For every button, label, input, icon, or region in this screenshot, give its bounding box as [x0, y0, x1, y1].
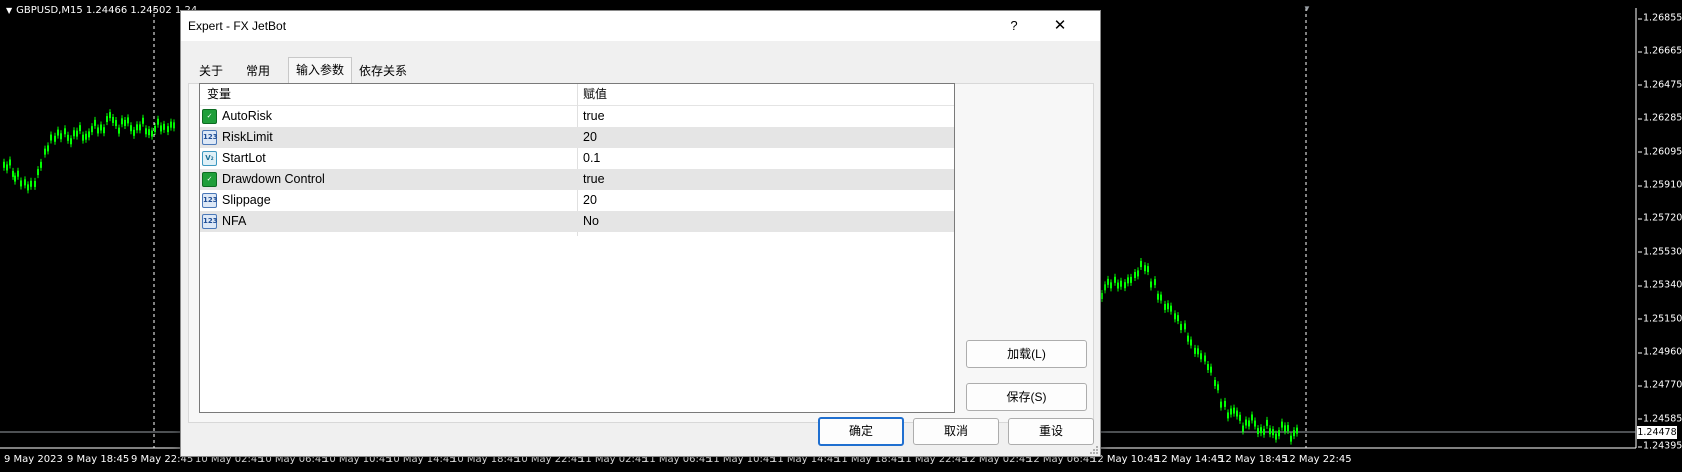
- param-value[interactable]: 20: [583, 127, 597, 148]
- time-tick-label: 12 May 18:45: [1219, 454, 1288, 465]
- param-value[interactable]: true: [583, 169, 605, 190]
- price-tick-label: 1.25340: [1637, 279, 1682, 291]
- param-value[interactable]: 20: [583, 190, 597, 211]
- time-tick-label: 12 May 10:45: [1091, 454, 1160, 465]
- price-tick-label: 1.26285: [1637, 112, 1682, 124]
- param-name: NFA: [222, 214, 247, 228]
- price-tick-label: 1.24770: [1637, 379, 1682, 391]
- time-tick-label: 9 May 2023: [4, 454, 63, 465]
- tab-common[interactable]: 常用: [233, 60, 283, 82]
- param-name: Drawdown Control: [222, 172, 325, 186]
- price-tick-label: 1.24395: [1637, 440, 1682, 452]
- table-row[interactable]: ✓ AutoRisk true: [200, 106, 954, 127]
- param-value[interactable]: 0.1: [583, 148, 600, 169]
- price-tick-label: 1.26855: [1637, 12, 1682, 24]
- price-tick-label: 1.25150: [1637, 313, 1682, 325]
- expert-properties-dialog: Expert - FX JetBot ? ✕ 关于 常用 输入参数 依存关系 变…: [180, 10, 1101, 457]
- close-button[interactable]: ✕: [1037, 11, 1083, 41]
- param-name: Slippage: [222, 193, 271, 207]
- resize-grip-icon[interactable]: [1089, 445, 1099, 455]
- int-icon: 123: [202, 214, 218, 229]
- tab-about[interactable]: 关于: [189, 60, 233, 82]
- bool-icon: ✓: [202, 109, 217, 124]
- price-tick-label: 1.25530: [1637, 246, 1682, 258]
- price-tick-label: 1.24585: [1637, 413, 1682, 425]
- load-button[interactable]: 加载(L): [966, 340, 1087, 368]
- param-value[interactable]: true: [583, 106, 605, 127]
- price-tick-label: 1.26475: [1637, 79, 1682, 91]
- cancel-button[interactable]: 取消: [913, 418, 999, 445]
- price-tick-label: 1.25910: [1637, 179, 1682, 191]
- inputs-table[interactable]: 变量 赋值 ✓ AutoRisk true 123 RiskLimit 20 V…: [199, 83, 955, 413]
- collapse-triangle-icon[interactable]: ▼: [6, 6, 12, 15]
- int-icon: 123: [202, 130, 218, 145]
- price-tick-label: 1.26095: [1637, 146, 1682, 158]
- param-value[interactable]: No: [583, 211, 599, 232]
- current-price-badge: 1.24478: [1637, 426, 1677, 439]
- price-tick-label: 1.25720: [1637, 212, 1682, 224]
- table-row[interactable]: 123 Slippage 20: [200, 190, 954, 211]
- bool-icon: ✓: [202, 172, 217, 187]
- ok-button[interactable]: 确定: [818, 417, 904, 446]
- dialog-title: Expert - FX JetBot: [188, 19, 287, 33]
- param-name: RiskLimit: [222, 130, 273, 144]
- save-button[interactable]: 保存(S): [966, 383, 1087, 411]
- time-tick-label: 12 May 14:45: [1155, 454, 1224, 465]
- tab-inputs[interactable]: 输入参数: [288, 57, 352, 83]
- table-row[interactable]: 123 NFA No: [200, 211, 954, 232]
- table-row[interactable]: 123 RiskLimit 20: [200, 127, 954, 148]
- column-header-variable[interactable]: 变量: [207, 84, 231, 105]
- time-tick-label: 12 May 22:45: [1283, 454, 1352, 465]
- table-row[interactable]: ✓ Drawdown Control true: [200, 169, 954, 190]
- param-name: StartLot: [222, 151, 266, 165]
- chart-symbol-header: ▼ GBPUSD,M15 1.24466 1.24502 1.24: [6, 5, 197, 16]
- table-row[interactable]: V₂ StartLot 0.1: [200, 148, 954, 169]
- time-tick-label: 9 May 18:45: [67, 454, 130, 465]
- time-marker-icon: ▼: [1303, 4, 1311, 13]
- int-icon: 123: [202, 193, 218, 208]
- help-button[interactable]: ?: [991, 11, 1037, 41]
- param-name: AutoRisk: [222, 109, 273, 123]
- tab-dependencies[interactable]: 依存关系: [352, 60, 414, 82]
- dialog-titlebar[interactable]: Expert - FX JetBot ? ✕: [181, 11, 1100, 41]
- price-tick-label: 1.26665: [1637, 45, 1682, 57]
- price-tick-label: 1.24960: [1637, 346, 1682, 358]
- double-icon: V₂: [202, 151, 217, 166]
- reset-button[interactable]: 重设: [1008, 418, 1094, 445]
- symbol-quote: GBPUSD,M15 1.24466 1.24502 1.24: [16, 5, 198, 16]
- column-header-value[interactable]: 赋值: [583, 84, 607, 105]
